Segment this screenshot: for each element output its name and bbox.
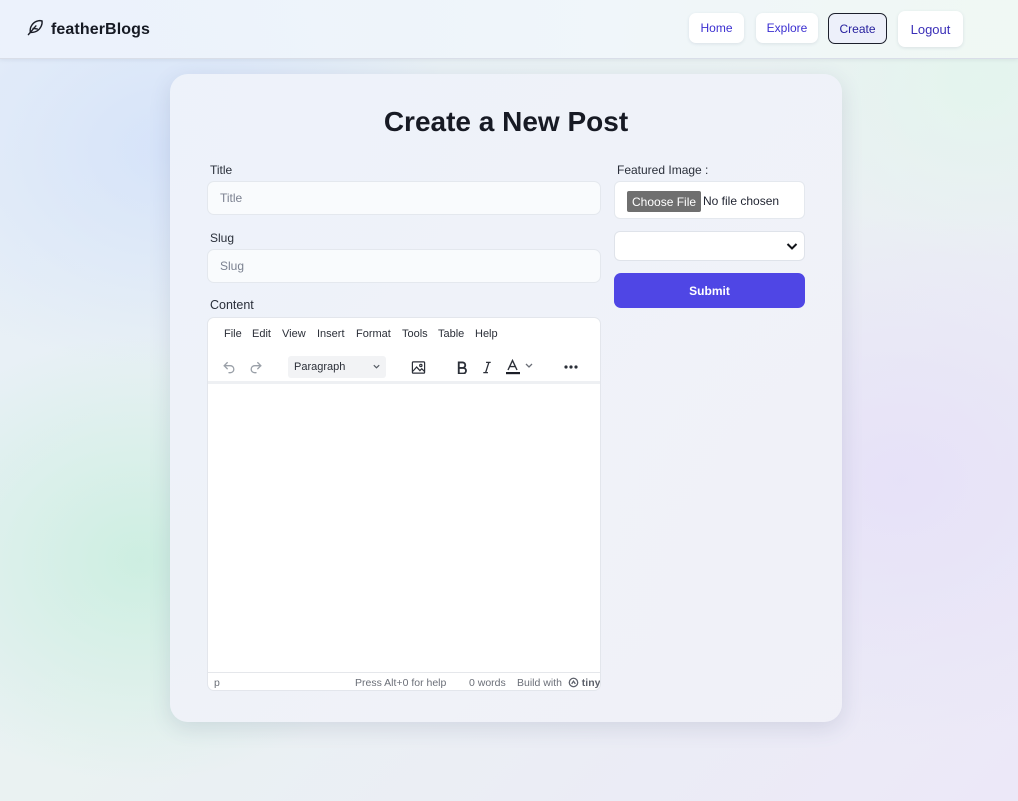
content-label: Content [210,298,254,312]
menu-insert[interactable]: Insert [317,328,345,340]
menu-tools[interactable]: Tools [402,328,428,340]
page-title: Create a New Post [383,106,629,137]
slug-label: Slug [210,231,235,245]
build-with-credit[interactable]: Build with tiny [517,677,601,690]
tiny-brand: tiny [581,677,601,689]
title-label: Title [210,163,233,177]
slug-input[interactable]: Slug [207,249,601,283]
no-file-chosen-text: No file chosen [703,194,780,208]
slug-placeholder: Slug [220,259,245,273]
redo-icon[interactable] [247,357,265,377]
editor-statusbar: p Press Alt+0 for help 0 words Build wit… [208,672,601,690]
build-with-text: Build with [517,677,562,689]
block-format-select[interactable]: Paragraph [288,356,386,378]
image-icon[interactable] [408,357,428,377]
rich-text-editor: File Edit View Insert Format Tools Table… [207,317,601,691]
chevron-down-icon [372,362,381,374]
post-status-select[interactable] [614,231,805,261]
create-post-card: Create a New Post Title Title Slug Slug … [170,74,842,722]
logout-button[interactable]: Logout [898,11,963,47]
help-hint: Press Alt+0 for help [355,677,447,689]
featured-image-label: Featured Image : [617,163,709,177]
menu-table[interactable]: Table [438,328,464,340]
nav-home-button[interactable]: Home [689,13,744,43]
bold-icon[interactable] [454,357,470,377]
choose-file-button[interactable]: Choose File [627,191,702,212]
feather-icon [26,18,45,42]
more-icon[interactable] [562,357,580,377]
navbar: featherBlogs Home Explore Create Logout [0,0,1018,59]
word-count[interactable]: 0 words [469,677,506,689]
menu-edit[interactable]: Edit [252,328,271,340]
menu-help[interactable]: Help [475,328,498,340]
menu-view[interactable]: View [282,328,306,340]
tiny-logo-icon [568,677,579,690]
title-input[interactable]: Title [207,181,601,215]
element-path[interactable]: p [214,677,220,689]
text-color-icon[interactable] [505,357,539,377]
nav-explore-button[interactable]: Explore [756,13,818,43]
editor-toolbar: Paragraph [208,350,600,384]
block-format-value: Paragraph [294,361,346,373]
submit-button[interactable]: Submit [614,273,805,308]
nav-create-button[interactable]: Create [828,13,887,44]
italic-icon[interactable] [480,357,494,377]
chevron-down-icon [786,243,798,250]
menu-format[interactable]: Format [356,328,391,340]
editor-content-area[interactable] [208,386,600,672]
undo-icon[interactable] [220,357,238,377]
editor-menubar: File Edit View Insert Format Tools Table… [208,318,600,350]
brand[interactable]: featherBlogs [26,18,150,42]
featured-image-file-input[interactable]: Choose File No file chosen [614,181,805,219]
title-placeholder: Title [220,191,243,205]
menu-file[interactable]: File [224,328,242,340]
brand-name: featherBlogs [51,21,150,38]
